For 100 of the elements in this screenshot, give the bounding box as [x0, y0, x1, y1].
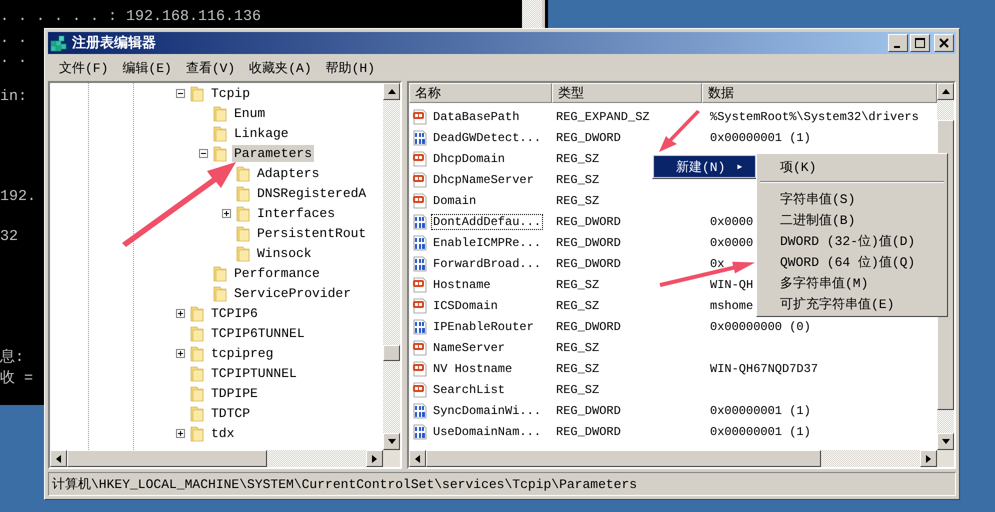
tree-item[interactable]: ServiceProvider	[232, 284, 354, 302]
menu-item[interactable]: 多字符串值(M)	[758, 272, 946, 293]
tree-item[interactable]: DNSRegisteredA	[255, 184, 368, 202]
scroll-thumb[interactable]	[67, 450, 267, 467]
tree-item[interactable]: TCPIP6TUNNEL	[209, 324, 307, 342]
horizontal-scrollbar[interactable]	[50, 450, 400, 467]
folder-icon	[235, 164, 251, 182]
string-value-icon	[412, 382, 428, 398]
value-name[interactable]: ICSDomain	[431, 298, 500, 314]
value-name[interactable]: EnableICMPRe...	[431, 234, 544, 250]
folder-icon	[235, 224, 251, 242]
value-type: REG_DWORD	[556, 320, 621, 334]
tree-item[interactable]: Linkage	[232, 124, 291, 142]
close-button[interactable]	[934, 34, 954, 52]
value-name[interactable]: DontAddDefau...	[431, 214, 544, 230]
value-name[interactable]: SearchList	[431, 382, 508, 398]
menu-item[interactable]: 二进制值(B)	[758, 209, 946, 230]
vertical-scrollbar[interactable]	[383, 83, 400, 450]
console-text: . .	[0, 30, 28, 47]
tree-item[interactable]: TDTCP	[209, 404, 252, 422]
expand-icon[interactable]	[222, 208, 231, 218]
scroll-up-button[interactable]	[383, 83, 400, 100]
value-type: REG_SZ	[556, 298, 600, 312]
binary-value-icon	[412, 214, 428, 230]
scroll-thumb[interactable]	[426, 450, 821, 467]
menu-item[interactable]: 项(K)	[758, 156, 946, 177]
value-name[interactable]: NV Hostname	[431, 360, 514, 376]
tree-item[interactable]: Parameters	[232, 144, 314, 162]
tree-item[interactable]: TCPIP6	[209, 304, 260, 322]
menu-item[interactable]: DWORD (32-位)值(D)	[758, 230, 946, 251]
tree-item[interactable]: TDPIPE	[209, 384, 260, 402]
right-arrow-icon	[926, 454, 931, 462]
value-name[interactable]: DeadGWDetect...	[431, 130, 544, 146]
console-text: . .	[0, 50, 28, 67]
expand-icon[interactable]	[176, 428, 185, 438]
string-value-icon	[412, 276, 428, 292]
up-arrow-icon	[388, 89, 396, 94]
value-name[interactable]: SyncDomainWi...	[431, 402, 544, 418]
value-name[interactable]: Domain	[431, 192, 478, 208]
console-text: . . . . . . : 192.168.116.136	[0, 8, 262, 25]
horizontal-scrollbar[interactable]	[409, 450, 954, 467]
tree-item[interactable]: Adapters	[255, 164, 322, 182]
tree-item[interactable]: Enum	[232, 104, 268, 122]
folder-icon	[212, 264, 228, 282]
tree-item[interactable]: PersistentRout	[255, 224, 368, 242]
value-type: REG_DWORD	[556, 236, 621, 250]
value-name[interactable]: UseDomainNam...	[431, 424, 544, 440]
scroll-down-button[interactable]	[937, 433, 954, 450]
down-arrow-icon	[388, 439, 396, 444]
column-header[interactable]: 名称	[409, 83, 552, 103]
value-name[interactable]: DataBasePath	[431, 108, 522, 124]
menu-item[interactable]: QWORD (64 位)值(Q)	[758, 251, 946, 272]
expand-icon[interactable]	[176, 348, 185, 358]
column-header[interactable]: 数据	[702, 83, 937, 103]
tree-item[interactable]: Performance	[232, 264, 322, 282]
tree-item[interactable]: tcpipreg	[209, 344, 276, 362]
menu-item[interactable]: 收藏夹(A)	[242, 58, 319, 76]
value-type: REG_SZ	[556, 152, 600, 166]
scroll-thumb[interactable]	[383, 345, 400, 361]
value-name[interactable]: DhcpDomain	[431, 150, 508, 166]
menu-item[interactable]: 查看(V)	[178, 58, 242, 76]
scroll-down-button[interactable]	[383, 433, 400, 450]
value-name[interactable]: DhcpNameServer	[431, 172, 536, 188]
value-data: 0x00000001 (1)	[710, 424, 811, 438]
minimize-button[interactable]	[888, 34, 908, 52]
folder-icon	[189, 344, 205, 362]
menu-item[interactable]: 编辑(E)	[115, 58, 179, 76]
column-header[interactable]: 类型	[552, 83, 702, 103]
tree-item[interactable]: tdx	[209, 424, 236, 442]
folder-icon	[189, 84, 205, 102]
tree-item[interactable]: Interfaces	[255, 204, 338, 222]
scroll-up-button[interactable]	[937, 83, 954, 100]
tree-item[interactable]: TCPIPTUNNEL	[209, 364, 299, 382]
menu-item[interactable]: 可扩充字符串值(E)	[758, 293, 946, 314]
collapse-icon[interactable]	[199, 148, 208, 158]
scroll-right-button[interactable]	[920, 450, 937, 467]
folder-icon	[212, 284, 228, 302]
value-name[interactable]: NameServer	[431, 340, 508, 356]
tree-item[interactable]: Winsock	[255, 244, 314, 262]
scrollbar-corner	[937, 450, 954, 467]
collapse-icon[interactable]	[176, 88, 185, 98]
value-type: REG_EXPAND_SZ	[556, 110, 650, 124]
expand-icon[interactable]	[176, 308, 185, 318]
scrollbar-corner	[383, 450, 400, 467]
console-scrollbar[interactable]	[522, 0, 545, 30]
value-data: 0x00000000 (0)	[710, 320, 811, 334]
value-name[interactable]: Hostname	[431, 276, 493, 292]
value-name[interactable]: IPEnableRouter	[431, 318, 536, 334]
tree-item[interactable]: Tcpip	[209, 84, 252, 102]
menu-item[interactable]: 文件(F)	[52, 58, 116, 76]
scroll-left-button[interactable]	[409, 450, 426, 467]
right-arrow-icon	[372, 454, 377, 462]
value-name[interactable]: ForwardBroad...	[431, 256, 544, 272]
menu-item[interactable]: 帮助(H)	[318, 58, 382, 76]
scroll-left-button[interactable]	[50, 450, 67, 467]
maximize-button[interactable]	[910, 34, 930, 52]
menu-item[interactable]: 新建(N) ▶	[654, 156, 755, 177]
menu-item[interactable]: 字符串值(S)	[758, 188, 946, 209]
scroll-right-button[interactable]	[366, 450, 383, 467]
up-arrow-icon	[942, 89, 950, 94]
